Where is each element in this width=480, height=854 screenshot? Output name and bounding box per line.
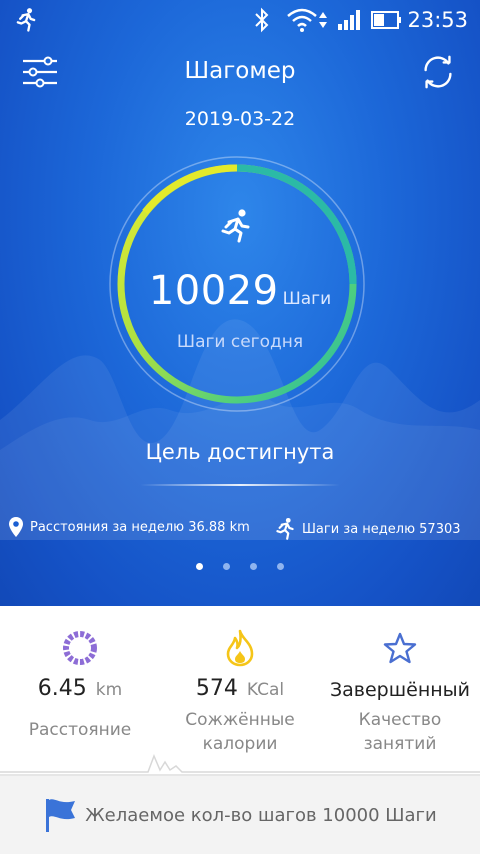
steps-count: 10029 [148, 268, 279, 314]
location-pin-icon [9, 517, 23, 537]
target-steps-text: Желаемое кол-во шагов 10000 Шаги [85, 804, 437, 826]
battery-icon [370, 6, 404, 38]
weekly-distance: Расстояния за неделю 36.88 km [8, 516, 250, 538]
stats-panel: 6.45 km Расстояние 574 KCal Сожжённые ка… [0, 606, 480, 774]
page-title: Шагомер [184, 58, 296, 84]
stat-calories: 574 KCal Сожжённые калории [160, 606, 320, 774]
distance-ring-icon [0, 628, 160, 668]
star-icon [320, 628, 480, 668]
distance-unit: km [95, 680, 123, 700]
page-dot[interactable] [277, 563, 284, 570]
steps-today-label: Шаги сегодня [176, 332, 304, 352]
data-arrows-icon [318, 6, 328, 38]
target-steps-button[interactable]: Желаемое кол-во шагов 10000 Шаги [0, 776, 480, 854]
page-dot[interactable] [196, 563, 203, 570]
stat-quality: Завершённый Качество занятий [320, 606, 480, 774]
sync-icon [424, 55, 452, 89]
status-clock: 23:53 [407, 8, 468, 32]
page-dot[interactable] [250, 563, 257, 570]
weekly-steps-text: Шаги за неделю 57303 [302, 521, 461, 537]
distance-value-line: 6.45 km [0, 676, 160, 701]
wifi-icon [286, 6, 318, 38]
runner-notification-icon [12, 6, 40, 38]
signal-icon [336, 6, 364, 38]
current-date: 2019-03-22 [184, 108, 296, 130]
page-indicator[interactable] [0, 563, 480, 570]
runner-icon [221, 209, 250, 243]
status-bar: 23:53 [0, 0, 480, 40]
flag-icon [46, 799, 76, 832]
goal-underline [140, 484, 340, 486]
weekly-steps: Шаги за неделю 57303 [272, 516, 461, 542]
runner-small-icon [276, 517, 294, 540]
distance-label: Расстояние [28, 720, 132, 740]
steps-count-line: 10029 Шаги [0, 268, 480, 314]
calories-label-line1: Сожжённые [185, 710, 295, 730]
steps-unit: Шаги [282, 289, 332, 309]
calories-unit: KCal [246, 680, 285, 700]
flame-icon [160, 628, 320, 668]
sync-button[interactable] [418, 52, 458, 92]
page-dot[interactable] [223, 563, 230, 570]
bluetooth-icon [252, 6, 272, 38]
stat-distance: 6.45 km Расстояние [0, 606, 160, 774]
pulse-line-decoration [0, 753, 480, 773]
quality-label-line1: Качество [358, 710, 442, 730]
calories-value-line: 574 KCal [160, 676, 320, 701]
quality-value: Завершённый [329, 679, 471, 701]
calories-value: 574 [195, 676, 238, 701]
weekly-distance-text: Расстояния за неделю 36.88 km [30, 519, 250, 535]
goal-status: Цель достигнута [145, 440, 335, 464]
hero-panel: 23:53 Шагомер 2019-03-22 10029 Шаги Шаги… [0, 0, 480, 606]
distance-value: 6.45 [37, 676, 87, 701]
